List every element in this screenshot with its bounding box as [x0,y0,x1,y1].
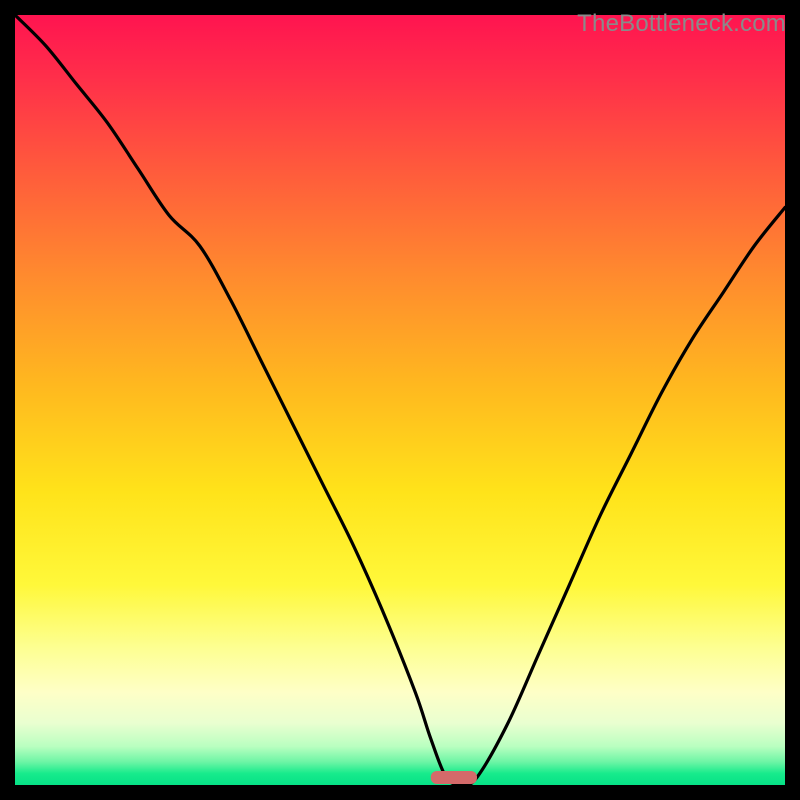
black-frame: TheBottleneck.com [0,0,800,800]
plot-area [15,15,785,785]
chart-svg [15,15,785,785]
bottleneck-curve [15,15,785,785]
watermark-text: TheBottleneck.com [577,10,786,38]
optimal-marker [431,771,477,784]
